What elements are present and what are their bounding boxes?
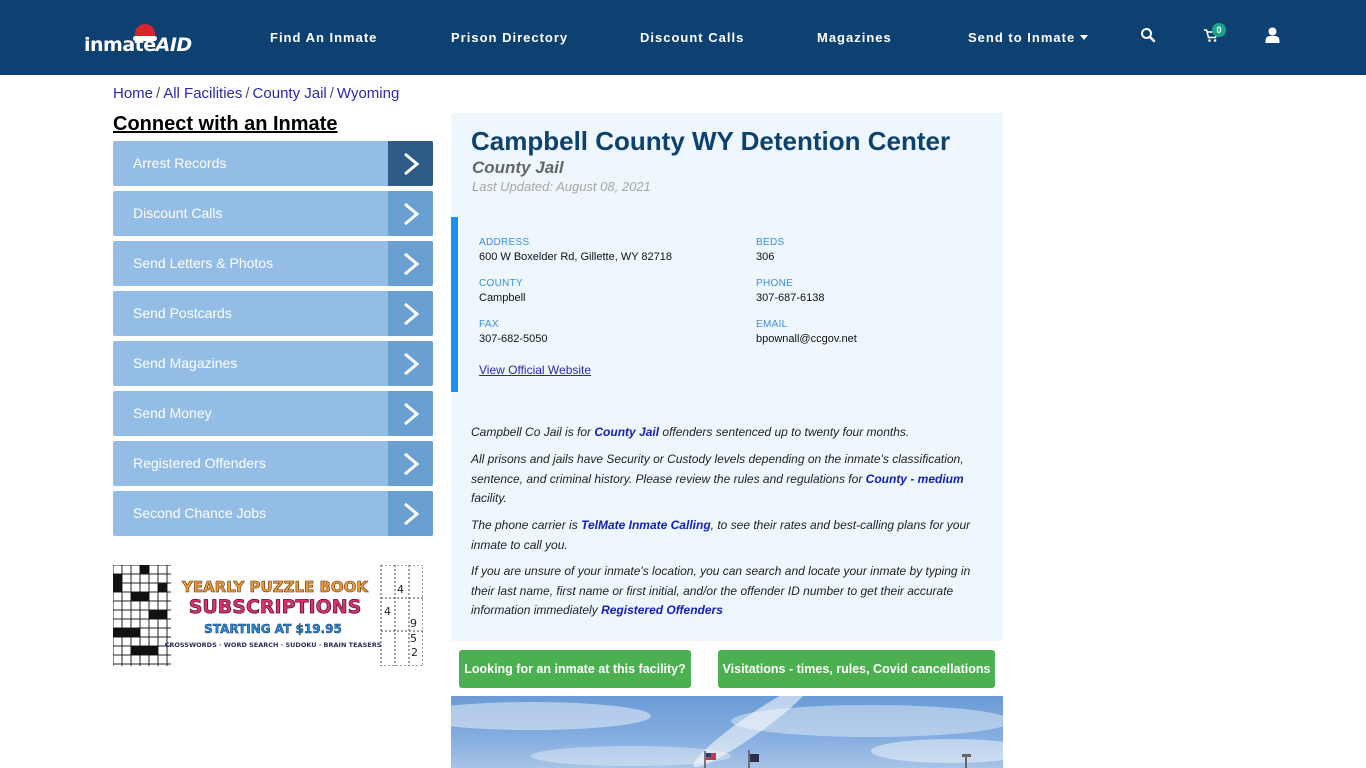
sidebar-item-second-chance-jobs[interactable]: Second Chance Jobs — [113, 491, 433, 536]
field-label: FAX — [479, 319, 499, 330]
top-navbar: inmateAID Find An Inmate Prison Director… — [0, 0, 1366, 75]
caret-down-icon — [1080, 35, 1089, 40]
sidebar-menu: Arrest Records Discount Calls Send Lette… — [113, 141, 433, 541]
sidebar-item-discount-calls[interactable]: Discount Calls — [113, 191, 433, 236]
field-address: ADDRESS 600 W Boxelder Rd, Gillette, WY … — [479, 237, 672, 263]
sidebar-item-label: Registered Offenders — [133, 455, 266, 471]
facility-title: Campbell County WY Detention Center — [471, 126, 951, 156]
sidebar-item-label: Arrest Records — [133, 155, 227, 171]
description-text: The phone carrier is — [471, 518, 582, 532]
last-updated: Last Updated: August 08, 2021 — [472, 179, 651, 194]
view-official-website-link[interactable]: View Official Website — [479, 363, 591, 377]
sky-clouds-image — [451, 696, 1003, 768]
chevron-right-icon — [388, 241, 433, 286]
chevron-right-icon — [388, 141, 433, 186]
breadcrumb-separator: / — [329, 85, 334, 102]
logo-text-accent: AID — [155, 34, 193, 56]
sidebar-title: Connect with an Inmate — [113, 113, 338, 135]
field-email: EMAIL bpownall@ccgov.net — [756, 319, 857, 345]
telmate-link[interactable]: TelMate Inmate Calling — [581, 518, 711, 532]
facility-photo — [451, 696, 1003, 768]
sidebar-item-label: Send Money — [133, 405, 212, 421]
field-label: EMAIL — [756, 319, 788, 330]
nav-send-to-inmate[interactable]: Send to Inmate — [968, 30, 1089, 45]
breadcrumb: Home / All Facilities / County Jail / Wyoming — [113, 85, 399, 102]
inmateaid-logo[interactable]: inmateAID — [84, 22, 192, 58]
county-jail-link[interactable]: County Jail — [594, 425, 659, 439]
breadcrumb-separator: / — [245, 85, 250, 102]
nav-prison-directory[interactable]: Prison Directory — [451, 30, 568, 45]
registered-offenders-link[interactable]: Registered Offenders — [601, 603, 723, 617]
sidebar-item-arrest-records[interactable]: Arrest Records — [113, 141, 433, 186]
sidebar-item-label: Second Chance Jobs — [133, 505, 267, 521]
state-flag-icon — [750, 754, 759, 762]
chevron-right-icon — [388, 391, 433, 436]
sidebar-item-label: Send Letters & Photos — [133, 255, 274, 271]
sidebar-item-send-letters-photos[interactable]: Send Letters & Photos — [113, 241, 433, 286]
description-text: Campbell Co Jail is for — [471, 425, 595, 439]
field-value: 600 W Boxelder Rd, Gillette, WY 82718 — [479, 251, 673, 263]
field-beds: BEDS 306 — [756, 237, 784, 263]
logo-text: inmate — [84, 34, 156, 56]
field-label: COUNTY — [479, 278, 524, 289]
nav-discount-calls[interactable]: Discount Calls — [640, 30, 744, 45]
field-value: Campbell — [479, 292, 526, 304]
svg-text:9: 9 — [410, 617, 417, 630]
svg-text:4: 4 — [384, 605, 391, 618]
field-value: bpownall@ccgov.net — [756, 333, 857, 345]
visitations-button[interactable]: Visitations - times, rules, Covid cancel… — [718, 650, 995, 688]
sidebar-item-label: Discount Calls — [133, 205, 223, 221]
description-paragraph: If you are unsure of your inmate's locat… — [471, 562, 981, 621]
chevron-right-icon — [388, 491, 433, 536]
description-paragraph: Campbell Co Jail is for County Jail offe… — [471, 423, 981, 443]
sidebar-item-send-postcards[interactable]: Send Postcards — [113, 291, 433, 336]
facility-type: County Jail — [472, 158, 564, 177]
field-value: 307-687-6138 — [756, 292, 825, 304]
breadcrumb-separator: / — [156, 85, 161, 102]
description-paragraph: The phone carrier is TelMate Inmate Call… — [471, 516, 981, 555]
field-fax: FAX 307-682-5050 — [479, 319, 548, 345]
breadcrumb-county-jail[interactable]: County Jail — [253, 85, 327, 102]
field-value: 306 — [756, 251, 775, 263]
find-inmate-at-facility-button[interactable]: Looking for an inmate at this facility? — [459, 650, 691, 688]
sidebar-item-label: Send Magazines — [133, 355, 238, 371]
field-label: ADDRESS — [479, 237, 530, 248]
chevron-right-icon — [388, 191, 433, 236]
ad-line-3: STARTING AT $19.95 — [204, 622, 342, 636]
breadcrumb-wyoming[interactable]: Wyoming — [337, 85, 399, 102]
svg-text:4: 4 — [397, 583, 404, 596]
field-phone: PHONE 307-687-6138 — [756, 278, 825, 304]
search-icon[interactable] — [1140, 27, 1158, 45]
sidebar-item-registered-offenders[interactable]: Registered Offenders — [113, 441, 433, 486]
breadcrumb-home[interactable]: Home — [113, 85, 153, 102]
description-paragraph: All prisons and jails have Security or C… — [471, 450, 981, 509]
ad-line-2: SUBSCRIPTIONS — [189, 596, 362, 618]
nav-send-to-inmate-label: Send to Inmate — [968, 30, 1076, 45]
field-value: 307-682-5050 — [479, 333, 548, 345]
breadcrumb-all-facilities[interactable]: All Facilities — [163, 85, 242, 102]
ad-line-1: YEARLY PUZZLE BOOK — [181, 578, 369, 596]
sidebar-item-send-magazines[interactable]: Send Magazines — [113, 341, 433, 386]
description-text: facility. — [471, 491, 507, 505]
field-label: BEDS — [756, 237, 785, 248]
sidebar-item-send-money[interactable]: Send Money — [113, 391, 433, 436]
chevron-right-icon — [388, 441, 433, 486]
ad-line-4: CROSSWORDS · WORD SEARCH · SUDOKU · BRAI… — [165, 641, 382, 649]
cart-count-badge: 0 — [1212, 23, 1226, 37]
chevron-right-icon — [388, 291, 433, 336]
svg-text:2: 2 — [411, 646, 418, 659]
sidebar-item-label: Send Postcards — [133, 305, 232, 321]
svg-text:5: 5 — [410, 632, 417, 645]
nav-find-an-inmate[interactable]: Find An Inmate — [270, 30, 377, 45]
user-icon[interactable] — [1265, 27, 1283, 45]
crossword-grid-graphic: 4 4 9 5 2 YEARLY PUZZLE BOOK SUBSCRIPTIO… — [113, 565, 423, 666]
chevron-right-icon — [388, 341, 433, 386]
field-county: COUNTY Campbell — [479, 278, 525, 304]
description-text: offenders sentenced up to twenty four mo… — [659, 425, 910, 439]
puzzle-book-ad-banner[interactable]: 4 4 9 5 2 YEARLY PUZZLE BOOK SUBSCRIPTIO… — [113, 565, 423, 666]
field-label: PHONE — [756, 278, 794, 289]
county-medium-link[interactable]: County - medium — [866, 472, 964, 486]
nav-magazines[interactable]: Magazines — [817, 30, 892, 45]
